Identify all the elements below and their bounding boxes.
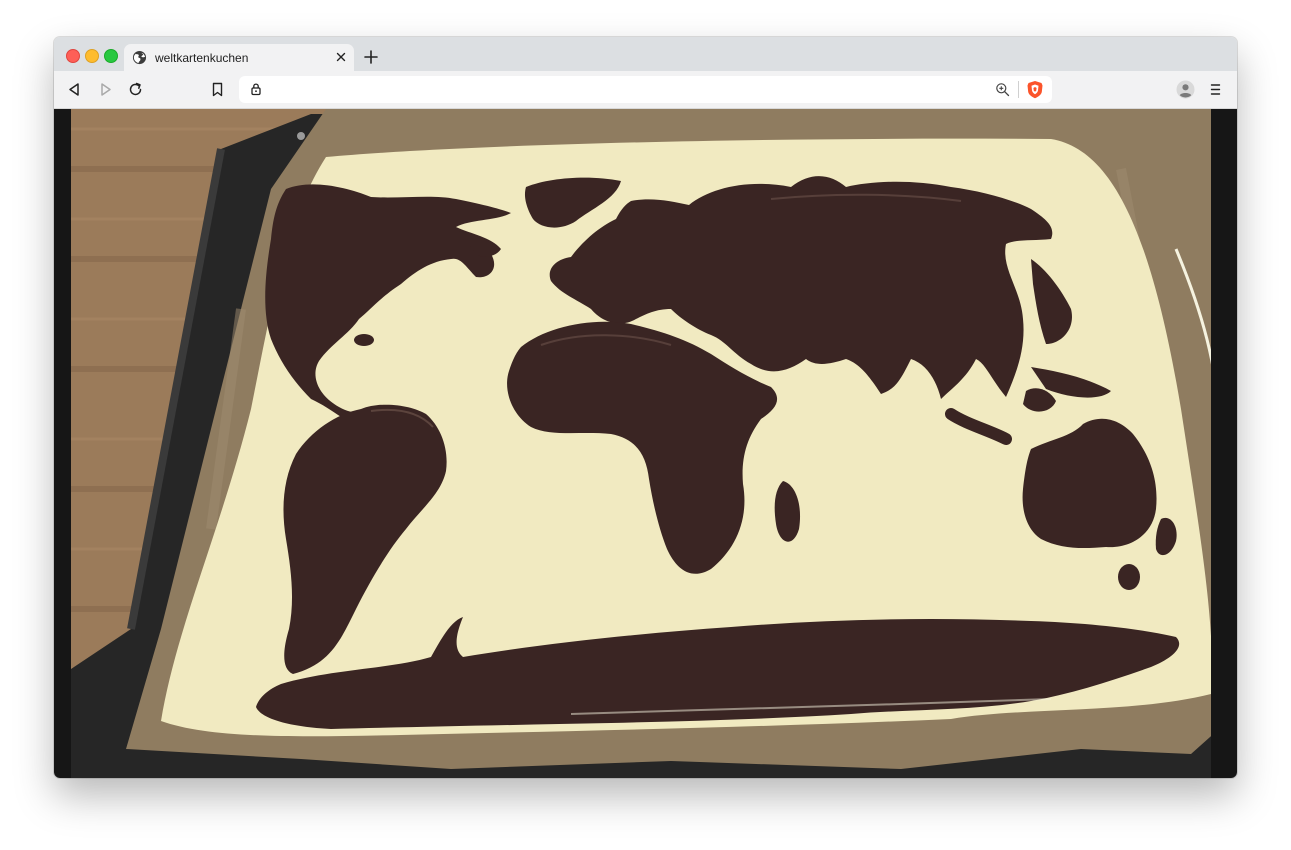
browser-window: weltkartenkuchen: [54, 37, 1237, 778]
hamburger-menu-icon[interactable]: [1207, 81, 1224, 98]
zoom-icon[interactable]: [995, 82, 1010, 97]
close-window-button[interactable]: [66, 49, 80, 63]
tab-title: weltkartenkuchen: [155, 51, 249, 65]
back-arrow-icon[interactable]: [66, 81, 83, 98]
lock-icon[interactable]: [249, 82, 263, 96]
globe-icon: [132, 50, 147, 65]
zoom-window-button[interactable]: [104, 49, 118, 63]
forward-arrow-icon[interactable]: [97, 81, 114, 98]
urlbar-divider: [1018, 81, 1019, 98]
new-tab-plus-icon[interactable]: [363, 49, 379, 65]
address-bar[interactable]: [239, 76, 1052, 103]
tab-weltkartenkuchen[interactable]: weltkartenkuchen: [124, 44, 354, 71]
close-tab-icon[interactable]: [334, 50, 348, 64]
bookmark-icon[interactable]: [209, 81, 226, 98]
profile-avatar-icon[interactable]: [1176, 80, 1195, 99]
page-content: [54, 109, 1237, 778]
browser-toolbar: [54, 71, 1237, 109]
reload-icon[interactable]: [127, 81, 144, 98]
minimize-window-button[interactable]: [85, 49, 99, 63]
world-map-cake-photo: [71, 109, 1219, 778]
tab-strip: weltkartenkuchen: [54, 37, 1237, 71]
brave-shield-icon[interactable]: [1026, 80, 1044, 99]
